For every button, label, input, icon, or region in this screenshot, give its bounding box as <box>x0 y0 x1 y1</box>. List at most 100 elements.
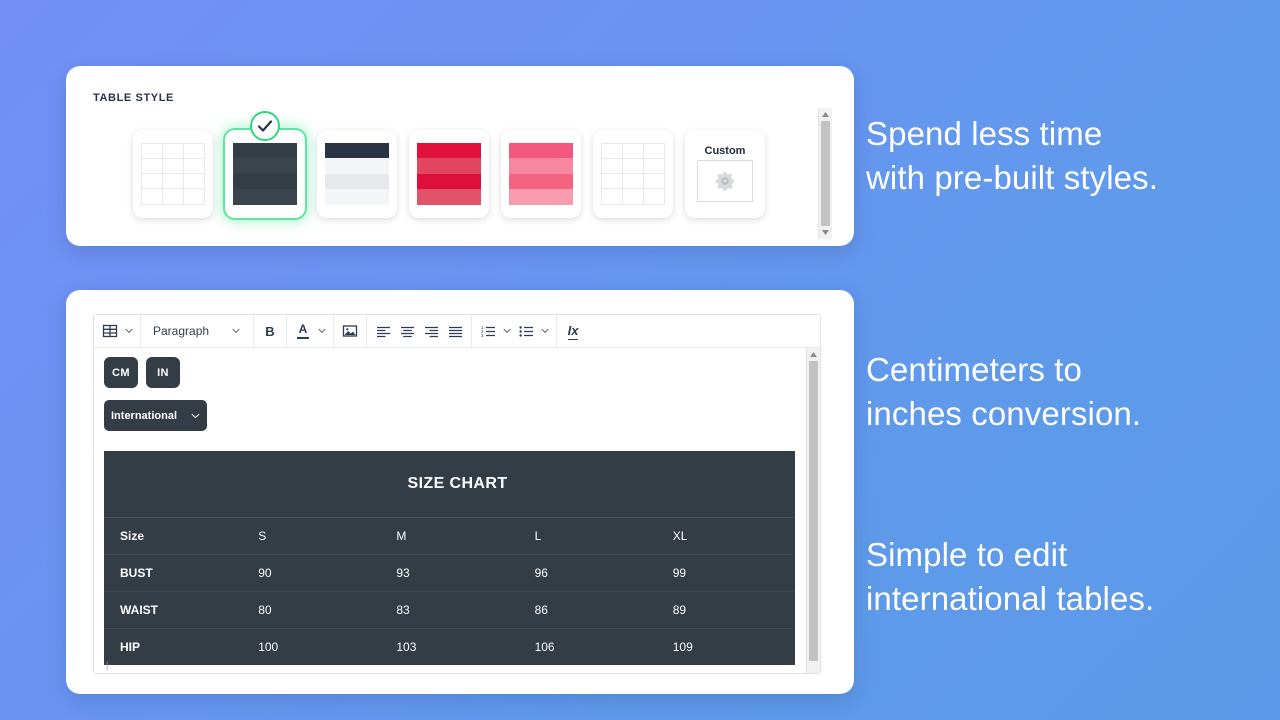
ordered-list-caret[interactable] <box>500 328 514 334</box>
scroll-down-button[interactable] <box>819 226 832 239</box>
cell-value: 86 <box>518 591 657 629</box>
align-center-icon[interactable] <box>395 315 419 347</box>
table-title-row: SIZE CHART <box>104 451 795 518</box>
unordered-list-caret[interactable] <box>538 328 552 334</box>
table-header-row: Size S M L XL <box>104 517 795 555</box>
table-icon[interactable] <box>98 315 122 347</box>
style-swatch-pink[interactable] <box>501 129 581 218</box>
editor-toolbar: Paragraph B A 1 2 3 Ix <box>94 315 820 348</box>
chevron-down-icon <box>232 328 240 334</box>
swatch-preview-stripes <box>417 142 481 205</box>
column-header: L <box>518 517 657 555</box>
cell-value: 90 <box>242 554 381 592</box>
ordered-list-icon[interactable]: 1 2 3 <box>476 315 500 347</box>
scroll-up-button[interactable] <box>819 108 832 121</box>
cell-value: 80 <box>242 591 381 629</box>
triangle-up-icon <box>810 352 817 357</box>
image-icon[interactable] <box>338 315 362 347</box>
unit-cm-button[interactable]: CM <box>104 357 138 388</box>
column-header: XL <box>656 517 795 555</box>
chevron-down-icon <box>125 328 133 334</box>
unordered-list-icon[interactable] <box>514 315 538 347</box>
editor-document[interactable]: CM IN International SIZE CHART Size S M … <box>94 348 806 673</box>
triangle-down-icon <box>822 230 829 235</box>
table-style-panel: TABLE STYLE Custom <box>66 66 854 246</box>
block-format-select[interactable]: Paragraph <box>145 315 249 347</box>
cell-value: 99 <box>656 554 795 592</box>
cell-value: 96 <box>518 554 657 592</box>
toolbar-group-table <box>94 315 141 347</box>
gear-icon <box>715 172 735 191</box>
scroll-track[interactable] <box>807 361 820 673</box>
selected-check-icon <box>250 110 280 141</box>
toolbar-group-align <box>367 315 472 347</box>
swatch-preview-stripes <box>509 142 573 205</box>
scroll-track[interactable] <box>819 121 832 226</box>
toolbar-group-bold: B <box>254 315 287 347</box>
editor-panel: Paragraph B A 1 2 3 Ix CM IN Internation… <box>66 290 854 694</box>
table-dropdown-caret[interactable] <box>122 328 136 334</box>
chevron-down-icon <box>503 328 511 334</box>
cell-value: 103 <box>380 628 519 665</box>
swatch-preview-grid <box>141 142 205 205</box>
align-right-icon[interactable] <box>419 315 443 347</box>
toolbar-group-format: Paragraph <box>141 315 254 347</box>
style-panel-scrollbar[interactable] <box>818 108 832 239</box>
custom-preview-box <box>697 160 753 202</box>
cell-value: 93 <box>380 554 519 592</box>
font-color-button[interactable]: A <box>291 315 315 347</box>
font-color-caret[interactable] <box>315 328 329 334</box>
cell-value: 83 <box>380 591 519 629</box>
region-select-value: International <box>111 409 178 422</box>
swatch-preview-stripes <box>325 142 389 205</box>
swatch-preview-stripes <box>233 142 297 205</box>
chevron-down-icon <box>191 413 200 418</box>
svg-text:3: 3 <box>481 333 484 338</box>
style-swatch-plain-grid-2[interactable] <box>593 129 673 218</box>
custom-swatch-content: Custom <box>685 145 765 202</box>
clear-formatting-label: Ix <box>567 322 579 340</box>
region-select[interactable]: International <box>104 400 207 431</box>
column-header: M <box>380 517 519 555</box>
toolbar-group-image <box>334 315 367 347</box>
toolbar-group-lists: 1 2 3 <box>472 315 557 347</box>
unit-in-button[interactable]: IN <box>146 357 180 388</box>
style-swatch-crimson[interactable] <box>409 129 489 218</box>
font-color-underline <box>297 336 309 339</box>
size-chart-title: SIZE CHART <box>104 451 795 518</box>
chevron-down-icon <box>318 328 326 334</box>
scroll-up-button[interactable] <box>807 348 820 361</box>
editor-scrollbar[interactable] <box>806 348 820 673</box>
toolbar-group-font-color: A <box>287 315 334 347</box>
style-swatch-dark-solid[interactable] <box>225 110 305 218</box>
promo-text-3: Simple to edit international tables. <box>866 536 1155 617</box>
editor-content-area[interactable]: CM IN International SIZE CHART Size S M … <box>94 348 820 673</box>
font-color-label: A <box>298 321 308 336</box>
custom-label: Custom <box>704 145 746 157</box>
scroll-thumb[interactable] <box>821 121 830 226</box>
clear-formatting-button[interactable]: Ix <box>561 315 585 347</box>
unit-toggle-group: CM IN <box>104 357 796 388</box>
style-swatch-custom[interactable]: Custom <box>685 129 765 218</box>
table-row: WAIST 80 83 86 89 <box>104 591 795 629</box>
text-cursor: | <box>106 660 109 670</box>
row-label: BUST <box>104 554 243 592</box>
promo-text-1: Spend less time with pre-built styles. <box>866 115 1158 196</box>
rich-text-editor: Paragraph B A 1 2 3 Ix CM IN Internation… <box>93 314 821 674</box>
bold-button[interactable]: B <box>258 315 282 347</box>
scroll-thumb[interactable] <box>809 361 818 662</box>
column-header: Size <box>104 517 243 555</box>
column-header: S <box>242 517 381 555</box>
swatch-preview-grid <box>601 142 665 205</box>
align-left-icon[interactable] <box>371 315 395 347</box>
triangle-up-icon <box>822 112 829 117</box>
toolbar-group-clear: Ix <box>557 315 589 347</box>
cell-value: 89 <box>656 591 795 629</box>
table-style-swatch-list: Custom <box>93 110 803 231</box>
cell-value: 109 <box>656 628 795 665</box>
style-swatch-dark-header[interactable] <box>317 129 397 218</box>
align-justify-icon[interactable] <box>443 315 467 347</box>
style-swatch-plain-grid[interactable] <box>133 129 213 218</box>
bold-label: B <box>265 323 275 339</box>
block-format-caret[interactable] <box>229 328 243 334</box>
